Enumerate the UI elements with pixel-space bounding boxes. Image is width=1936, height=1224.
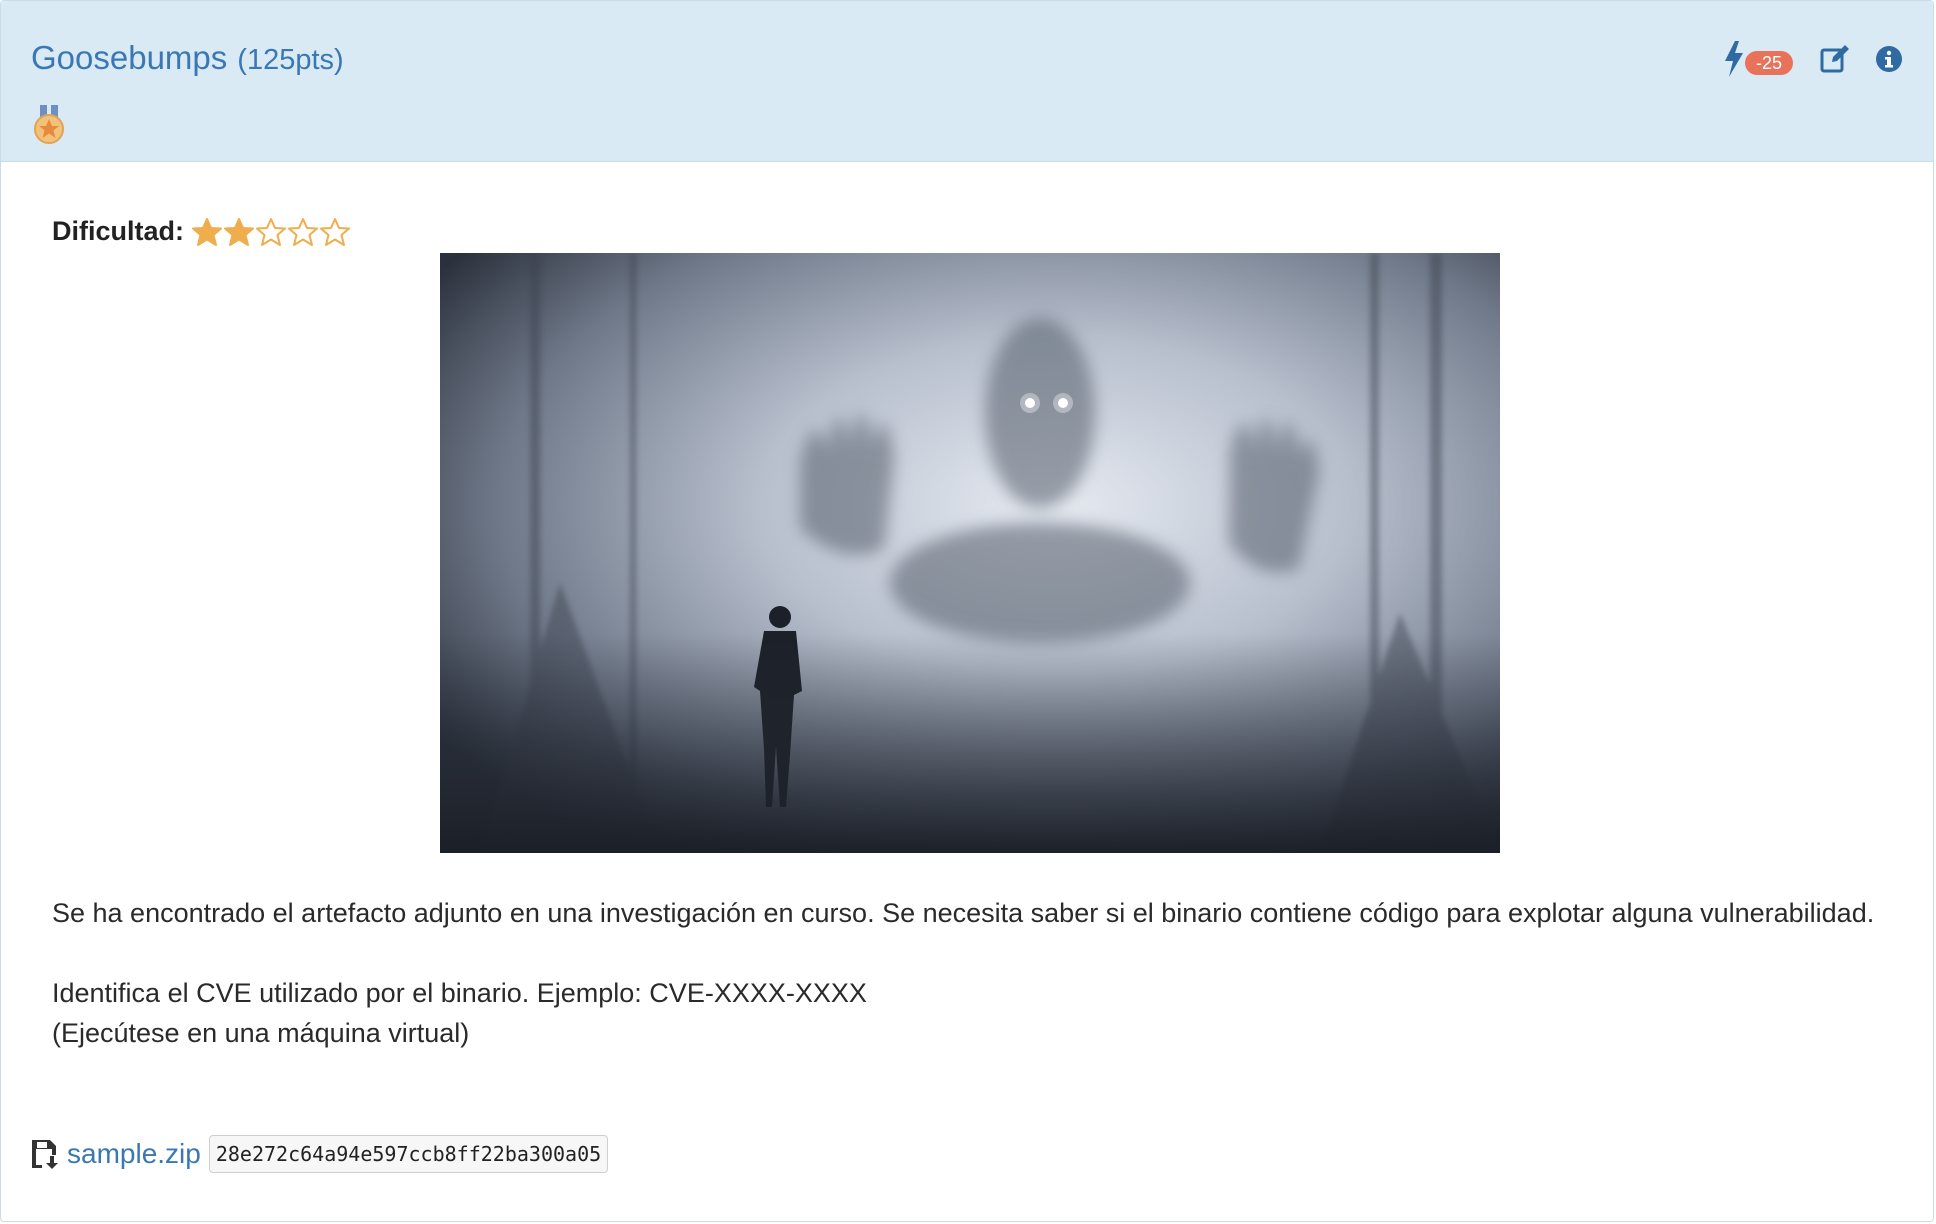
star-filled-icon xyxy=(192,217,222,246)
challenge-title[interactable]: Goosebumps xyxy=(31,39,227,77)
star-empty-icon xyxy=(320,217,350,246)
challenge-description: Se ha encontrado el artefacto adjunto en… xyxy=(52,893,1892,1053)
challenge-image xyxy=(440,253,1500,853)
attachment-link[interactable]: sample.zip xyxy=(67,1138,201,1170)
medal-icon xyxy=(34,105,64,144)
title-row: Goosebumps (125pts) xyxy=(31,39,344,77)
description-line-instruction: Identifica el CVE utilizado por el binar… xyxy=(52,978,867,1008)
description-paragraph-1: Se ha encontrado el artefacto adjunto en… xyxy=(52,898,1875,928)
floppy-download-icon xyxy=(32,1140,58,1169)
challenge-panel: Goosebumps (125pts) -25 Dificultad: Se h… xyxy=(0,0,1934,1222)
edit-icon xyxy=(1820,45,1849,73)
star-empty-icon xyxy=(288,217,318,246)
description-line-warning: (Ejecútese en una máquina virtual) xyxy=(52,1018,470,1048)
star-filled-icon xyxy=(224,217,254,246)
hint-button[interactable]: -25 xyxy=(1723,41,1797,77)
hint-cost-badge: -25 xyxy=(1745,51,1794,75)
file-hash: 28e272c64a94e597ccb8ff22ba300a05 xyxy=(208,1135,609,1173)
difficulty-stars xyxy=(192,217,350,247)
info-button[interactable] xyxy=(1873,43,1905,75)
bolt-icon xyxy=(1725,41,1743,77)
difficulty-row: Dificultad: xyxy=(52,216,350,247)
star-empty-icon xyxy=(256,217,286,246)
attachment-row: sample.zip 28e272c64a94e597ccb8ff22ba300… xyxy=(31,1135,609,1173)
edit-button[interactable] xyxy=(1819,43,1851,75)
challenge-header: Goosebumps (125pts) -25 xyxy=(1,1,1933,162)
header-actions: -25 xyxy=(1723,41,1905,77)
challenge-points: (125pts) xyxy=(237,44,344,76)
difficulty-label: Dificultad: xyxy=(52,216,184,246)
info-icon xyxy=(1876,46,1902,72)
